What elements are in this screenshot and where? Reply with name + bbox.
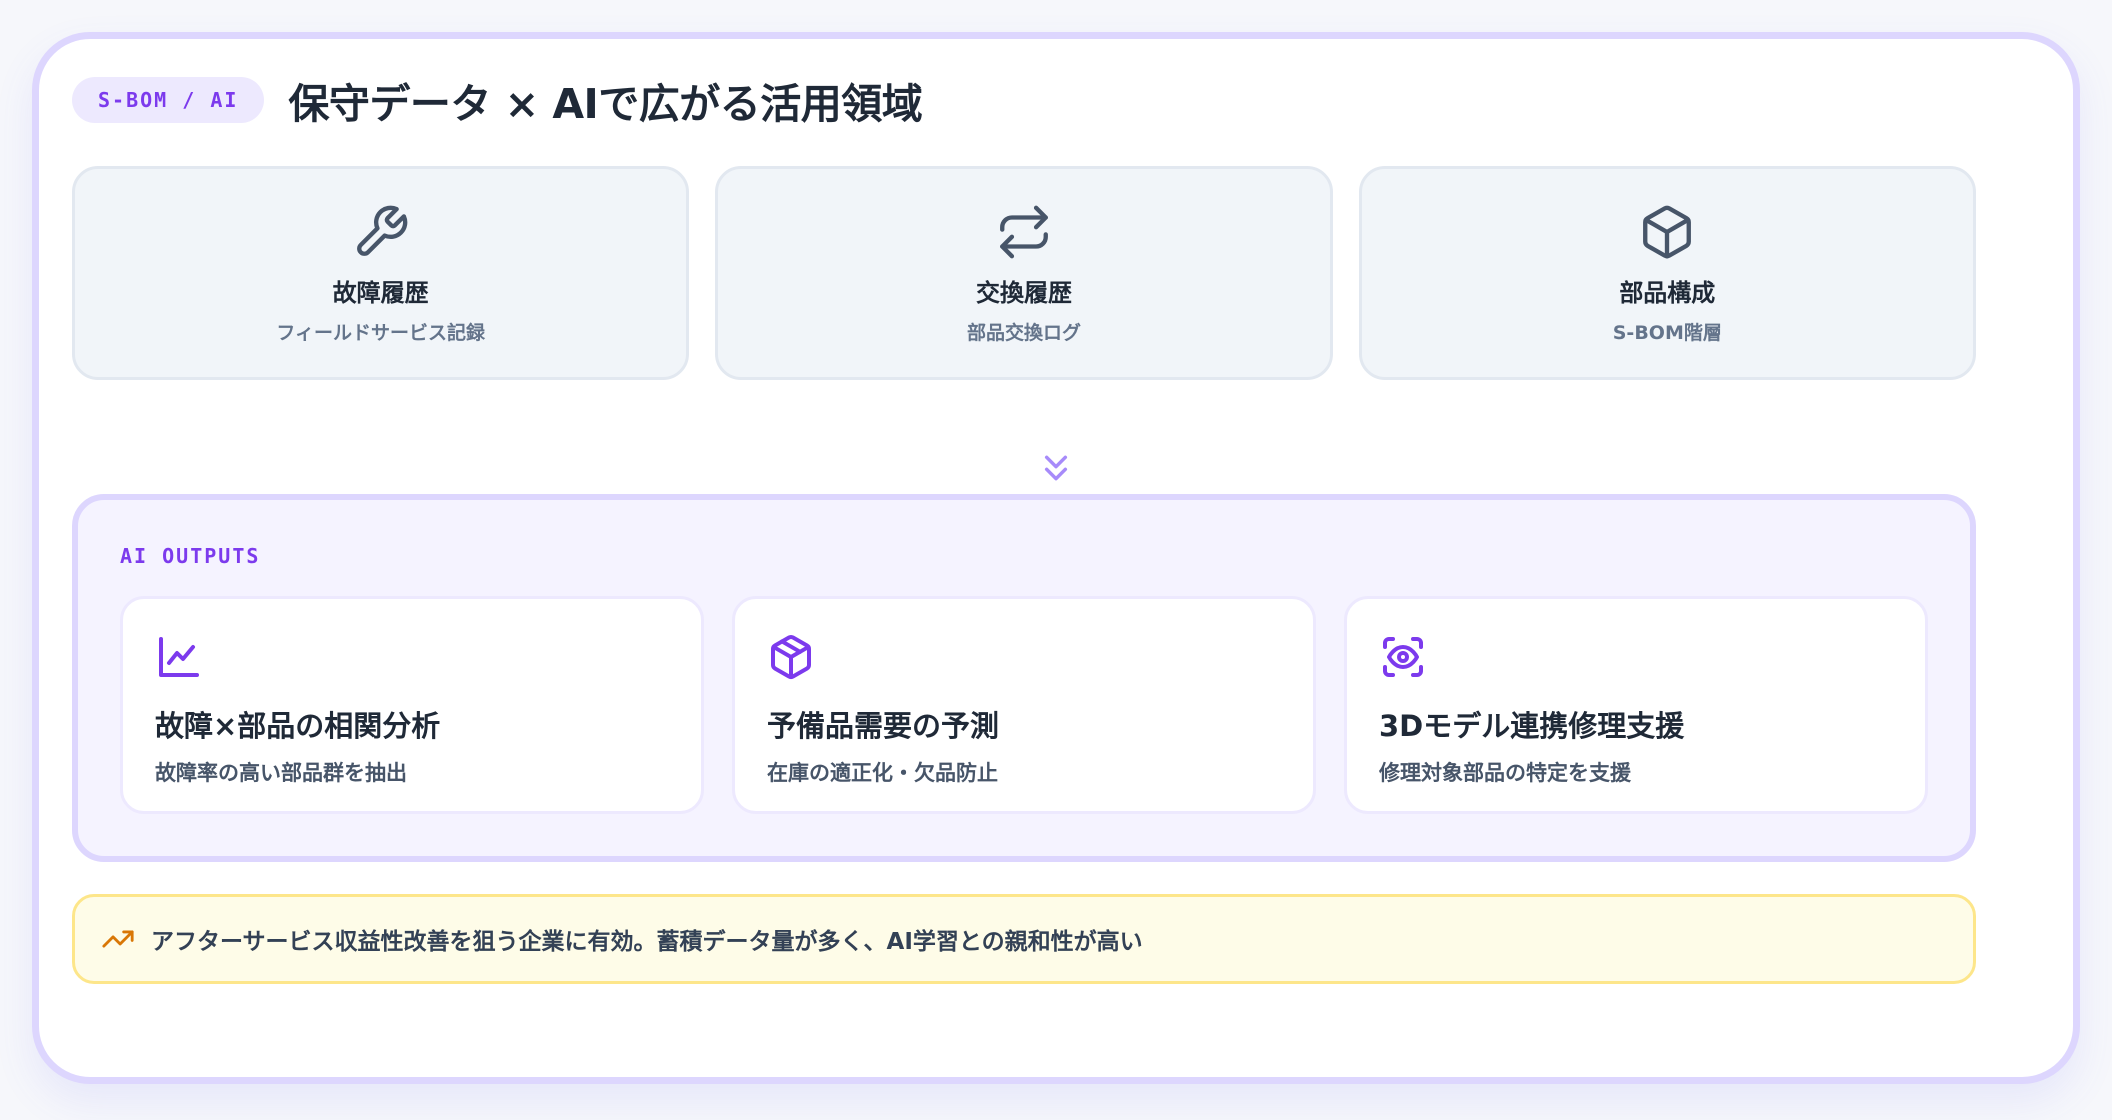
source-sub: フィールドサービス記録 — [276, 322, 485, 344]
line-chart-icon — [155, 637, 203, 685]
output-spare-demand-forecast: 予備品需要の予測 在庫の適正化・欠品防止 — [732, 596, 1316, 814]
outputs-row: 故障×部品の相関分析 故障率の高い部品群を抽出 予備品需要の予測 在庫の適正化・… — [120, 596, 1928, 814]
ai-outputs-panel: AI OUTPUTS 故障×部品の相関分析 故障率の高い部品群を抽出 予備品需要… — [72, 494, 1976, 862]
eye-scan-icon — [1379, 637, 1427, 685]
output-sub: 故障率の高い部品群を抽出 — [155, 761, 407, 785]
note-text: アフターサービス収益性改善を狙う企業に有効。蓄積データ量が多く、AI学習との親和… — [151, 929, 1143, 955]
outputs-label: AI OUTPUTS — [120, 544, 261, 568]
output-name: 故障×部品の相関分析 — [155, 709, 441, 743]
data-sources: 故障履歴 フィールドサービス記録 交換履歴 部品交換ログ 部品構成 S-BOM階… — [72, 166, 1976, 380]
benefit-note: アフターサービス収益性改善を狙う企業に有効。蓄積データ量が多く、AI学習との親和… — [72, 894, 1976, 984]
chevrons-down-icon — [1044, 455, 1068, 481]
source-name: 交換履歴 — [975, 279, 1072, 307]
package-icon — [767, 635, 815, 685]
trending-up-icon — [101, 922, 135, 956]
output-3d-repair-support: 3Dモデル連携修理支援 修理対象部品の特定を支援 — [1344, 596, 1928, 814]
page-title: 保守データ × AIで広がる活用領域 — [288, 80, 923, 128]
category-tag: S-BOM / AI — [72, 77, 265, 123]
source-name: 部品構成 — [1619, 279, 1716, 307]
output-sub: 修理対象部品の特定を支援 — [1379, 761, 1631, 785]
output-name: 予備品需要の予測 — [767, 709, 1000, 743]
source-sub: S-BOM階層 — [1612, 322, 1722, 344]
output-correlation-analysis: 故障×部品の相関分析 故障率の高い部品群を抽出 — [120, 596, 704, 814]
header: S-BOM / AI 保守データ × AIで広がる活用領域 — [72, 70, 923, 130]
output-sub: 在庫の適正化・欠品防止 — [767, 761, 998, 785]
source-replacement-history: 交換履歴 部品交換ログ — [715, 166, 1333, 380]
source-name: 故障履歴 — [332, 279, 429, 307]
source-failure-history: 故障履歴 フィールドサービス記録 — [72, 166, 690, 380]
swap-arrows-icon — [995, 203, 1053, 261]
source-sub: 部品交換ログ — [966, 322, 1081, 344]
wrench-icon — [352, 203, 410, 261]
box-icon — [1638, 203, 1696, 261]
source-part-structure: 部品構成 S-BOM階層 — [1358, 166, 1976, 380]
output-name: 3Dモデル連携修理支援 — [1379, 709, 1685, 743]
